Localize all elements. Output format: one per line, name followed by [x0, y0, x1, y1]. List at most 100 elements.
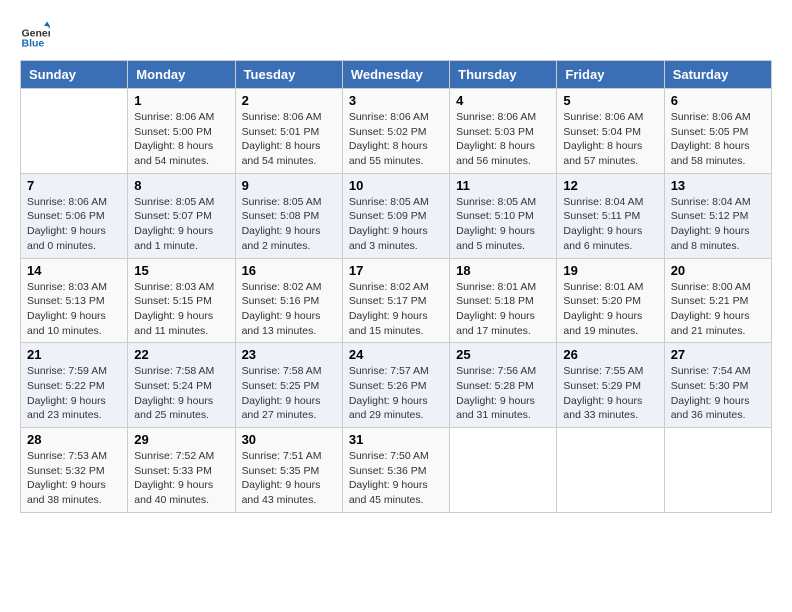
cell-content: Sunrise: 7:58 AMSunset: 5:25 PMDaylight:… [242, 364, 336, 423]
calendar-cell: 6Sunrise: 8:06 AMSunset: 5:05 PMDaylight… [664, 89, 771, 174]
day-number: 3 [349, 93, 443, 108]
column-header-wednesday: Wednesday [342, 61, 449, 89]
calendar-cell: 31 Sunrise: 7:50 AMSunset: 5:36 PMDayligh… [342, 428, 449, 513]
cell-content: Sunrise: 7:55 AMSunset: 5:29 PMDaylight:… [563, 364, 657, 423]
calendar-cell: 27 Sunrise: 7:54 AMSunset: 5:30 PMDayligh… [664, 343, 771, 428]
day-number: 19 [563, 263, 657, 278]
svg-text:Blue: Blue [22, 37, 45, 49]
calendar-cell: 4Sunrise: 8:06 AMSunset: 5:03 PMDaylight… [450, 89, 557, 174]
calendar-cell: 30 Sunrise: 7:51 AMSunset: 5:35 PMDayligh… [235, 428, 342, 513]
calendar-cell: 13Sunrise: 8:04 AMSunset: 5:12 PMDayligh… [664, 173, 771, 258]
day-number: 26 [563, 347, 657, 362]
day-number: 24 [349, 347, 443, 362]
calendar-cell: 2 Sunrise: 8:06 AMSunset: 5:01 PMDaylight… [235, 89, 342, 174]
day-number: 22 [134, 347, 228, 362]
column-header-thursday: Thursday [450, 61, 557, 89]
cell-content: Sunrise: 8:03 AMSunset: 5:13 PMDaylight:… [27, 280, 121, 339]
calendar-week-2: 7 Sunrise: 8:06 AMSunset: 5:06 PMDaylight… [21, 173, 772, 258]
calendar-cell: 21 Sunrise: 7:59 AMSunset: 5:22 PMDayligh… [21, 343, 128, 428]
day-number: 20 [671, 263, 765, 278]
cell-content: Sunrise: 7:56 AMSunset: 5:28 PMDaylight:… [456, 364, 550, 423]
cell-content: Sunrise: 8:03 AMSunset: 5:15 PMDaylight:… [134, 280, 228, 339]
day-number: 17 [349, 263, 443, 278]
calendar-cell: 9 Sunrise: 8:05 AMSunset: 5:08 PMDaylight… [235, 173, 342, 258]
day-number: 8 [134, 178, 228, 193]
calendar-cell: 10 Sunrise: 8:05 AMSunset: 5:09 PMDayligh… [342, 173, 449, 258]
calendar-cell: 28Sunrise: 7:53 AMSunset: 5:32 PMDayligh… [21, 428, 128, 513]
cell-content: Sunrise: 7:57 AMSunset: 5:26 PMDaylight:… [349, 364, 443, 423]
calendar-cell: 1 Sunrise: 8:06 AMSunset: 5:00 PMDaylight… [128, 89, 235, 174]
day-number: 7 [27, 178, 121, 193]
day-number: 9 [242, 178, 336, 193]
day-number: 25 [456, 347, 550, 362]
day-number: 31 [349, 432, 443, 447]
calendar-cell: 17 Sunrise: 8:02 AMSunset: 5:17 PMDayligh… [342, 258, 449, 343]
day-number: 13 [671, 178, 765, 193]
cell-content: Sunrise: 8:06 AMSunset: 5:06 PMDaylight:… [27, 195, 121, 254]
calendar-cell: 8 Sunrise: 8:05 AMSunset: 5:07 PMDaylight… [128, 173, 235, 258]
logo-icon: General Blue [20, 20, 50, 50]
calendar-cell: 15 Sunrise: 8:03 AMSunset: 5:15 PMDayligh… [128, 258, 235, 343]
cell-content: Sunrise: 7:51 AMSunset: 5:35 PMDaylight:… [242, 449, 336, 508]
calendar-cell [664, 428, 771, 513]
logo: General Blue [20, 20, 54, 50]
calendar-cell: 3Sunrise: 8:06 AMSunset: 5:02 PMDaylight… [342, 89, 449, 174]
day-number: 29 [134, 432, 228, 447]
cell-content: Sunrise: 8:06 AMSunset: 5:00 PMDaylight:… [134, 110, 228, 169]
cell-content: Sunrise: 8:02 AMSunset: 5:16 PMDaylight:… [242, 280, 336, 339]
calendar-cell: 16 Sunrise: 8:02 AMSunset: 5:16 PMDayligh… [235, 258, 342, 343]
cell-content: Sunrise: 7:59 AMSunset: 5:22 PMDaylight:… [27, 364, 121, 423]
cell-content: Sunrise: 8:05 AMSunset: 5:07 PMDaylight:… [134, 195, 228, 254]
cell-content: Sunrise: 8:04 AMSunset: 5:11 PMDaylight:… [563, 195, 657, 254]
page-header: General Blue [20, 20, 772, 50]
calendar-cell [450, 428, 557, 513]
cell-content: Sunrise: 8:06 AMSunset: 5:03 PMDaylight:… [456, 110, 550, 169]
header-row: SundayMondayTuesdayWednesdayThursdayFrid… [21, 61, 772, 89]
day-number: 12 [563, 178, 657, 193]
calendar-week-4: 21 Sunrise: 7:59 AMSunset: 5:22 PMDayligh… [21, 343, 772, 428]
cell-content: Sunrise: 8:05 AMSunset: 5:09 PMDaylight:… [349, 195, 443, 254]
cell-content: Sunrise: 7:50 AMSunset: 5:36 PMDaylight:… [349, 449, 443, 508]
cell-content: Sunrise: 8:06 AMSunset: 5:01 PMDaylight:… [242, 110, 336, 169]
day-number: 16 [242, 263, 336, 278]
calendar-cell: 23Sunrise: 7:58 AMSunset: 5:25 PMDayligh… [235, 343, 342, 428]
calendar-table: SundayMondayTuesdayWednesdayThursdayFrid… [20, 60, 772, 513]
day-number: 6 [671, 93, 765, 108]
cell-content: Sunrise: 8:00 AMSunset: 5:21 PMDaylight:… [671, 280, 765, 339]
column-header-tuesday: Tuesday [235, 61, 342, 89]
column-header-sunday: Sunday [21, 61, 128, 89]
day-number: 1 [134, 93, 228, 108]
calendar-cell: 29 Sunrise: 7:52 AMSunset: 5:33 PMDayligh… [128, 428, 235, 513]
calendar-cell: 14 Sunrise: 8:03 AMSunset: 5:13 PMDayligh… [21, 258, 128, 343]
calendar-cell: 26 Sunrise: 7:55 AMSunset: 5:29 PMDayligh… [557, 343, 664, 428]
day-number: 30 [242, 432, 336, 447]
calendar-week-3: 14 Sunrise: 8:03 AMSunset: 5:13 PMDayligh… [21, 258, 772, 343]
day-number: 2 [242, 93, 336, 108]
calendar-cell: 19 Sunrise: 8:01 AMSunset: 5:20 PMDayligh… [557, 258, 664, 343]
day-number: 11 [456, 178, 550, 193]
day-number: 21 [27, 347, 121, 362]
cell-content: Sunrise: 8:05 AMSunset: 5:08 PMDaylight:… [242, 195, 336, 254]
column-header-monday: Monday [128, 61, 235, 89]
day-number: 27 [671, 347, 765, 362]
column-header-saturday: Saturday [664, 61, 771, 89]
cell-content: Sunrise: 7:58 AMSunset: 5:24 PMDaylight:… [134, 364, 228, 423]
day-number: 14 [27, 263, 121, 278]
calendar-week-1: 1 Sunrise: 8:06 AMSunset: 5:00 PMDaylight… [21, 89, 772, 174]
calendar-cell [21, 89, 128, 174]
calendar-cell: 5 Sunrise: 8:06 AMSunset: 5:04 PMDaylight… [557, 89, 664, 174]
day-number: 15 [134, 263, 228, 278]
cell-content: Sunrise: 7:52 AMSunset: 5:33 PMDaylight:… [134, 449, 228, 508]
day-number: 10 [349, 178, 443, 193]
day-number: 5 [563, 93, 657, 108]
calendar-cell: 18Sunrise: 8:01 AMSunset: 5:18 PMDayligh… [450, 258, 557, 343]
cell-content: Sunrise: 8:01 AMSunset: 5:20 PMDaylight:… [563, 280, 657, 339]
calendar-cell: 20 Sunrise: 8:00 AMSunset: 5:21 PMDayligh… [664, 258, 771, 343]
cell-content: Sunrise: 8:05 AMSunset: 5:10 PMDaylight:… [456, 195, 550, 254]
calendar-week-5: 28Sunrise: 7:53 AMSunset: 5:32 PMDayligh… [21, 428, 772, 513]
cell-content: Sunrise: 7:54 AMSunset: 5:30 PMDaylight:… [671, 364, 765, 423]
day-number: 28 [27, 432, 121, 447]
cell-content: Sunrise: 8:02 AMSunset: 5:17 PMDaylight:… [349, 280, 443, 339]
day-number: 18 [456, 263, 550, 278]
cell-content: Sunrise: 8:06 AMSunset: 5:04 PMDaylight:… [563, 110, 657, 169]
